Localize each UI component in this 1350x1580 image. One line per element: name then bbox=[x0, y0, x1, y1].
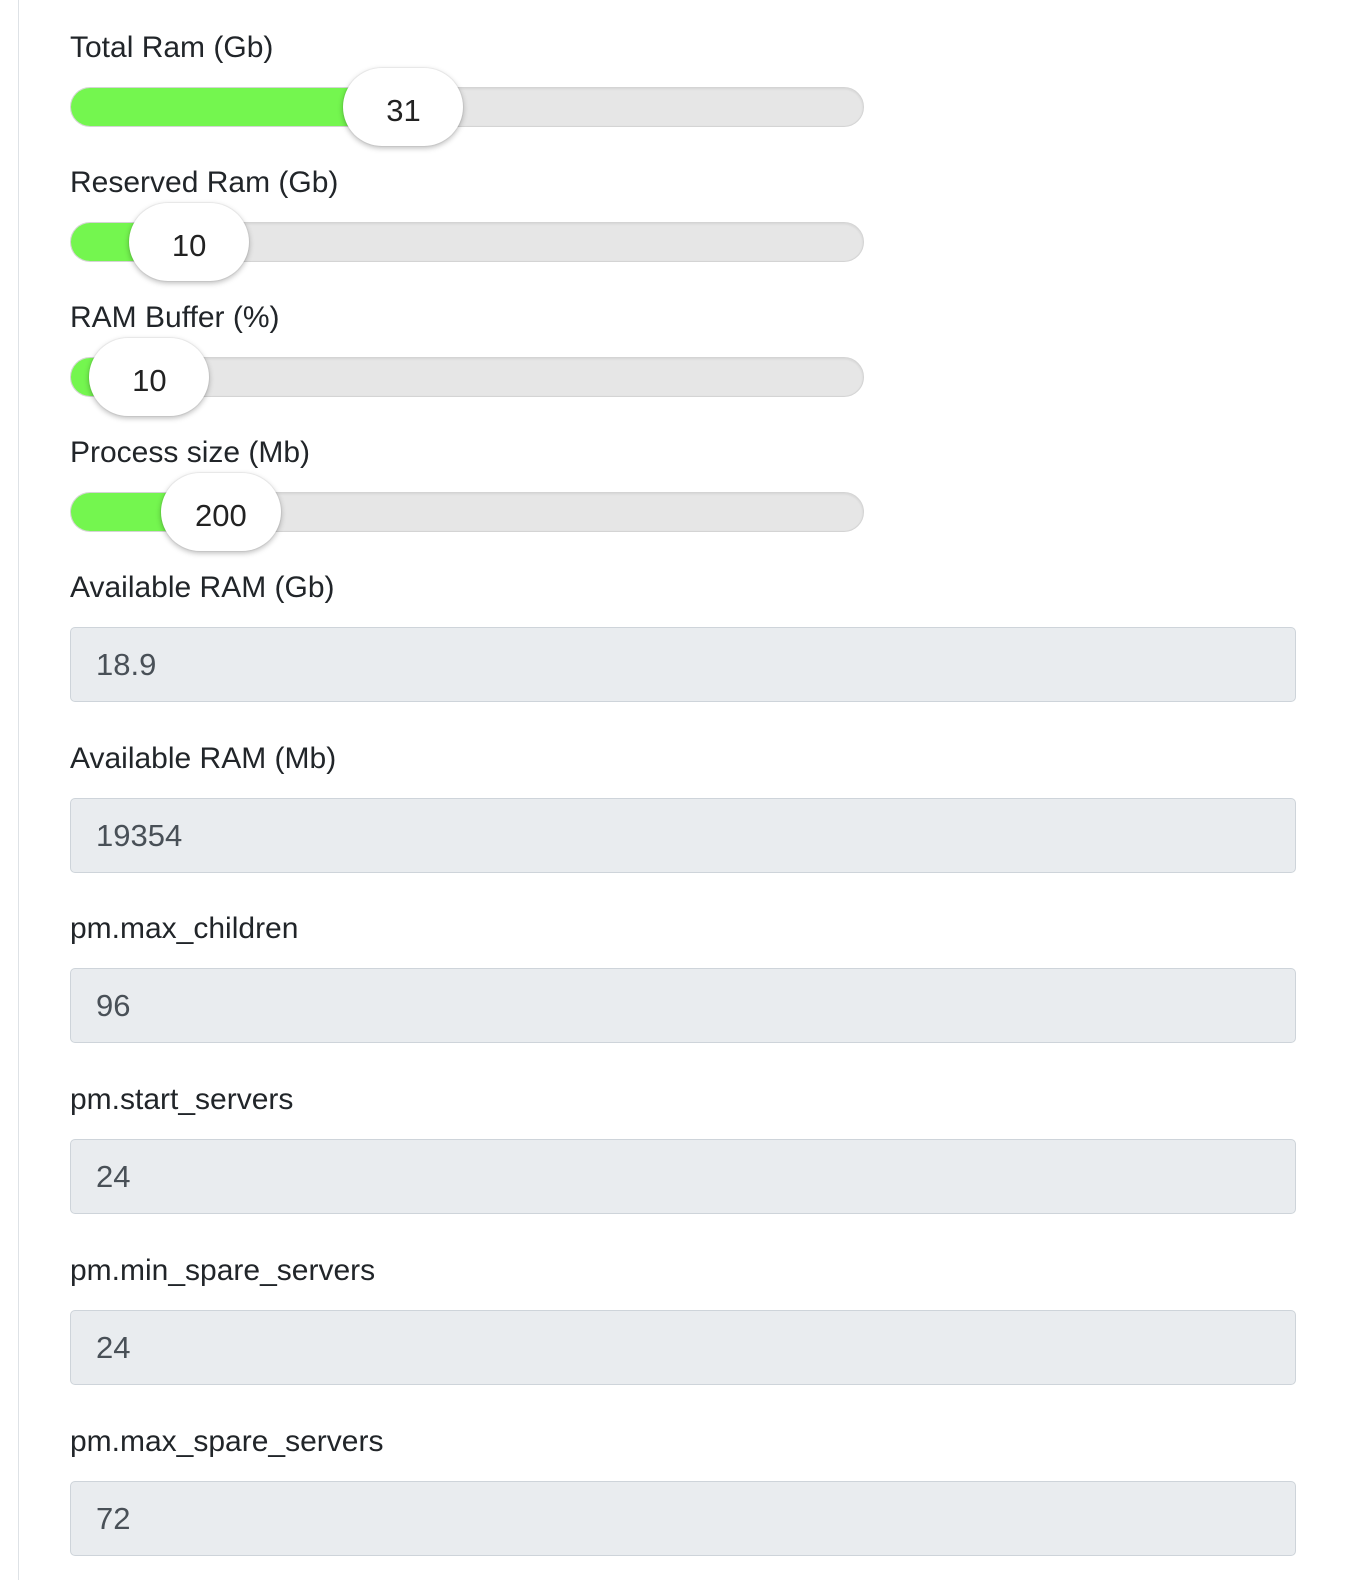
max-children-label: pm.max_children bbox=[70, 912, 299, 945]
slider-value: 10 bbox=[171, 228, 207, 263]
available-ram-gb-field[interactable]: 18.9 bbox=[70, 627, 1296, 702]
total-ram-slider[interactable]: 31 bbox=[70, 68, 864, 146]
ram-buffer-slider[interactable]: 10 bbox=[70, 338, 864, 416]
max-spare-servers-field[interactable]: 72 bbox=[70, 1481, 1296, 1556]
min-spare-servers-label: pm.min_spare_servers bbox=[70, 1254, 376, 1287]
page-left-border bbox=[0, 0, 19, 1580]
start-servers-field[interactable]: 24 bbox=[70, 1139, 1296, 1214]
max-spare-servers-label: pm.max_spare_servers bbox=[70, 1425, 384, 1458]
reserved-ram-slider[interactable]: 10 bbox=[70, 203, 864, 281]
slider-value: 31 bbox=[386, 93, 421, 128]
ram-buffer-label: RAM Buffer (%) bbox=[70, 301, 280, 334]
slider-handle[interactable]: 31 bbox=[343, 68, 464, 146]
reserved-ram-label: Reserved Ram (Gb) bbox=[70, 166, 339, 199]
slider-handle[interactable]: 200 bbox=[160, 473, 281, 551]
slider-track[interactable] bbox=[70, 87, 864, 127]
process-size-label: Process size (Mb) bbox=[70, 436, 311, 469]
slider-handle[interactable]: 10 bbox=[89, 338, 210, 416]
available-ram-mb-label: Available RAM (Mb) bbox=[70, 742, 337, 775]
process-size-slider[interactable]: 200 bbox=[70, 473, 864, 551]
available-ram-mb-field[interactable]: 19354 bbox=[70, 798, 1296, 873]
start-servers-label: pm.start_servers bbox=[70, 1083, 294, 1116]
slider-value: 10 bbox=[132, 363, 167, 398]
slider-handle[interactable]: 10 bbox=[129, 203, 250, 281]
max-children-field[interactable]: 96 bbox=[70, 968, 1296, 1043]
min-spare-servers-field[interactable]: 24 bbox=[70, 1310, 1296, 1385]
total-ram-label: Total Ram (Gb) bbox=[70, 31, 274, 64]
slider-value: 200 bbox=[194, 498, 247, 533]
available-ram-gb-label: Available RAM (Gb) bbox=[70, 571, 335, 604]
